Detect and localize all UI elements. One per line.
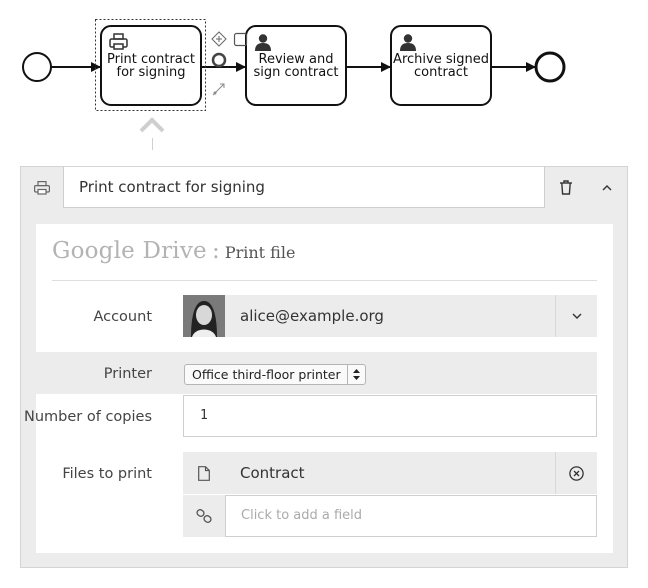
account-select[interactable]: alice@example.org xyxy=(183,295,597,337)
avatar-image xyxy=(183,295,225,337)
panel-header: Print contract for signing xyxy=(21,167,627,208)
start-event[interactable] xyxy=(22,52,52,82)
task-label-line: contract xyxy=(414,65,468,80)
intermediate-event-tool-icon[interactable] xyxy=(211,52,227,68)
divider xyxy=(52,280,597,281)
copies-label: Number of copies xyxy=(24,409,152,425)
properties-panel: Print contract for signing Google Drive … xyxy=(20,166,628,568)
files-label: Files to print xyxy=(62,466,152,482)
file-name: Contract xyxy=(240,464,305,482)
collapse-button[interactable] xyxy=(586,167,627,208)
account-email: alice@example.org xyxy=(240,307,384,325)
connect-tool-icon[interactable] xyxy=(212,83,225,96)
printer-select[interactable]: Office third-floor printer xyxy=(184,364,366,385)
link-icon xyxy=(196,509,212,523)
link-icon-box xyxy=(183,495,225,537)
add-field-placeholder: Click to add a field xyxy=(241,508,363,523)
account-label: Account xyxy=(93,309,152,325)
account-dropdown-button[interactable] xyxy=(555,295,597,337)
gateway-tool-icon[interactable] xyxy=(211,31,227,47)
chevron-up-icon xyxy=(602,184,611,190)
trash-icon xyxy=(559,180,572,195)
service-name: Google Drive xyxy=(52,238,207,264)
select-arrows-icon xyxy=(347,365,365,384)
avatar xyxy=(183,295,225,337)
remove-file-button[interactable] xyxy=(555,452,597,494)
action-name: Print file xyxy=(224,243,296,262)
task-name-input[interactable]: Print contract for signing xyxy=(63,167,545,208)
file-icon-box xyxy=(183,452,225,494)
add-field-input[interactable]: Click to add a field xyxy=(225,495,597,537)
task-label-line: for signing xyxy=(116,65,186,80)
printer-selected-value: Office third-floor printer xyxy=(192,367,341,382)
title-separator: : xyxy=(211,238,220,264)
copies-value: 1 xyxy=(200,408,208,423)
end-event[interactable] xyxy=(534,51,566,83)
printer-icon xyxy=(34,180,50,195)
task-label: Archive signed contract xyxy=(391,53,491,79)
panel-type-icon-box xyxy=(21,167,63,208)
file-icon xyxy=(198,465,210,481)
remove-circle-icon xyxy=(569,465,584,481)
printer-label: Printer xyxy=(103,366,152,382)
delete-button[interactable] xyxy=(545,167,586,208)
copies-input[interactable]: 1 xyxy=(183,395,597,437)
connector-card: Google Drive : Print file Account alice@… xyxy=(24,224,613,553)
task-label: Print contract for signing xyxy=(101,53,201,79)
add-field-row[interactable]: Click to add a field xyxy=(183,495,597,537)
panel-pointer-caret xyxy=(139,117,165,133)
task-tool-icon[interactable] xyxy=(233,32,248,47)
card-title: Google Drive : Print file xyxy=(52,238,295,264)
process-diagram: Print contract for signing Review and si… xyxy=(0,0,648,150)
chevron-down-icon xyxy=(572,313,581,319)
file-item[interactable]: Contract xyxy=(183,452,597,494)
task-label-line: sign contract xyxy=(253,65,339,80)
task-label: Review and sign contract xyxy=(246,53,346,79)
